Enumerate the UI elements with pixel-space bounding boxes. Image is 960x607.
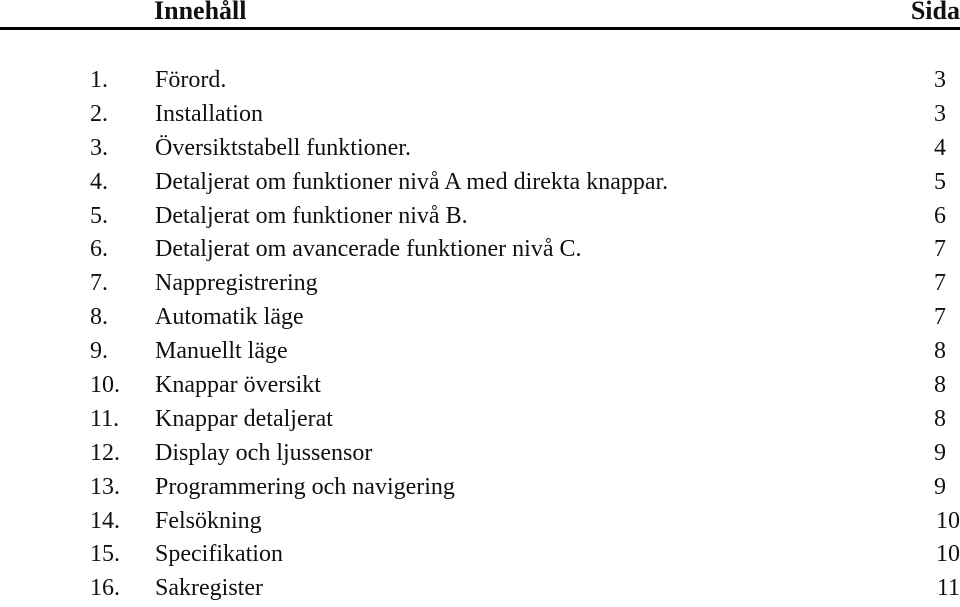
- entry-title: Installation: [155, 100, 263, 127]
- entry-page-number: 3: [934, 67, 946, 93]
- entry-page-number: 7: [934, 236, 946, 263]
- page-column-label: Sida: [910, 0, 960, 25]
- toc-entry[interactable]: 14. Felsökning 10: [0, 505, 960, 539]
- toc-entry[interactable]: 1. Förord. 3: [0, 64, 960, 98]
- toc-entry[interactable]: 6. Detaljerat om avancerade funktioner ni…: [0, 233, 960, 267]
- entry-number: 8.: [90, 304, 108, 331]
- entry-number: 2.: [90, 100, 108, 127]
- toc-list: 1. Förord. 3 2. Installation 3 3. Översiktstabe…: [0, 64, 960, 606]
- entry-title: Detaljerat om avancerade funktioner nivå…: [155, 236, 582, 263]
- entry-title: Automatik läge: [155, 304, 304, 331]
- entry-number: 3.: [90, 134, 108, 161]
- entry-number: 11.: [90, 405, 120, 432]
- entry-title: Detaljerat om funktioner nivå A med dire…: [155, 168, 669, 195]
- entry-title: Översiktstabell funktioner.: [155, 134, 411, 161]
- entry-title: Knappar översikt: [155, 372, 321, 399]
- toc-entry[interactable]: 12. Display och ljussensor 9: [0, 437, 960, 471]
- entry-number: 4.: [90, 168, 108, 195]
- entry-title: Sakregister: [155, 575, 263, 602]
- entry-page-number: 7: [934, 270, 946, 297]
- toc-entry[interactable]: 11. Knappar detaljerat 8: [0, 403, 960, 437]
- entry-number: 5.: [90, 202, 108, 229]
- entry-page-number: 4: [934, 134, 946, 161]
- entry-page-number: 8: [934, 405, 946, 432]
- entry-number: 14.: [90, 507, 120, 534]
- toc-entry[interactable]: 15. Specifikation 10: [0, 538, 960, 572]
- entry-title: Specifikation: [155, 541, 283, 568]
- entry-title: Nappregistrering: [155, 270, 318, 297]
- entry-number: 1.: [90, 67, 108, 93]
- entry-page-number: 10: [936, 507, 960, 534]
- toc-entry[interactable]: 7. Nappregistrering 7: [0, 267, 960, 301]
- entry-title: Förord.: [155, 67, 227, 93]
- entry-page-number: 6: [934, 202, 946, 229]
- entry-title: Manuellt läge: [155, 338, 288, 365]
- entry-page-number: 9: [934, 439, 946, 466]
- entry-page-number: 5: [934, 168, 946, 195]
- toc-entry[interactable]: 13. Programmering och navigering 9: [0, 471, 960, 505]
- entry-number: 7.: [90, 270, 108, 297]
- entry-title: Detaljerat om funktioner nivå B.: [155, 202, 468, 229]
- toc-entry[interactable]: 10. Knappar översikt 8: [0, 369, 960, 403]
- entry-page-number: 10: [936, 541, 960, 568]
- toc-entry[interactable]: 9. Manuellt läge 8: [0, 335, 960, 369]
- entry-number: 6.: [90, 236, 108, 263]
- entry-title: Display och ljussensor: [155, 439, 373, 466]
- toc-entry[interactable]: 8. Automatik läge 7: [0, 301, 960, 335]
- toc-entry[interactable]: 5. Detaljerat om funktioner nivå B. 6: [0, 200, 960, 234]
- entry-page-number: 7: [934, 304, 946, 331]
- toc-header: Innehåll Sida: [0, 0, 960, 30]
- entry-number: 15.: [90, 541, 120, 568]
- toc-entry[interactable]: 2. Installation 3: [0, 98, 960, 132]
- toc-title: Innehåll: [154, 0, 247, 25]
- toc-entry[interactable]: 4. Detaljerat om funktioner nivå A med di…: [0, 166, 960, 200]
- entry-number: 16.: [90, 575, 120, 602]
- toc-entry[interactable]: 3. Översiktstabell funktioner. 4: [0, 132, 960, 166]
- entry-title: Knappar detaljerat: [155, 405, 333, 432]
- entry-page-number: 8: [934, 338, 946, 365]
- entry-number: 10.: [90, 372, 120, 399]
- entry-title: Programmering och navigering: [155, 473, 455, 500]
- entry-number: 13.: [90, 473, 120, 500]
- entry-page-number: 8: [934, 372, 946, 399]
- entry-number: 9.: [90, 338, 108, 365]
- entry-title: Felsökning: [155, 507, 262, 534]
- entry-page-number: 3: [934, 100, 946, 127]
- entry-page-number: 9: [934, 473, 946, 500]
- toc-entry[interactable]: 16. Sakregister 11: [0, 572, 960, 606]
- entry-number: 12.: [90, 439, 120, 466]
- entry-page-number: 11: [936, 575, 960, 602]
